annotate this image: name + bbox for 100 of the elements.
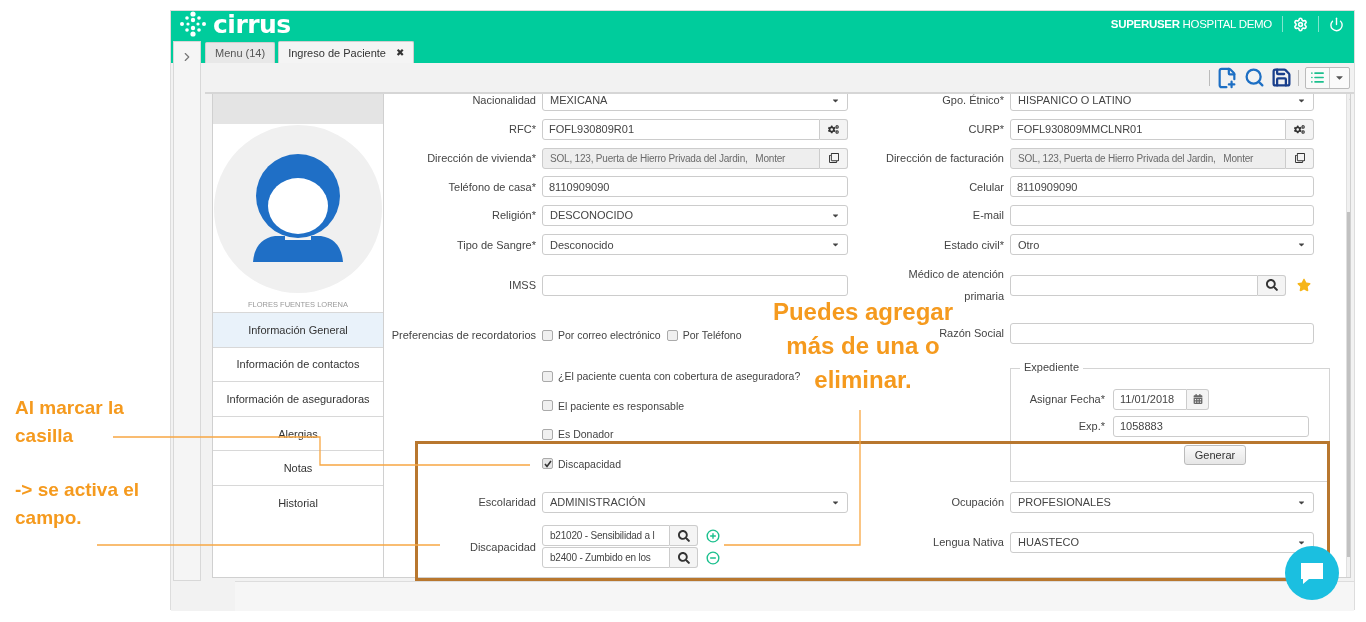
field-label: Dirección de facturación <box>885 151 1004 165</box>
close-icon[interactable]: ✖ <box>396 47 404 58</box>
search-icon <box>677 529 690 542</box>
field-label: E-mail <box>971 208 1004 222</box>
caret-icon <box>1297 240 1306 249</box>
logo-text: cirrus <box>213 11 291 37</box>
search-icon <box>677 551 690 564</box>
add-icon[interactable] <box>706 528 720 543</box>
save-icon <box>1271 67 1292 88</box>
star-icon[interactable] <box>1297 278 1311 292</box>
caret-icon <box>831 240 840 249</box>
gears-icon <box>828 123 839 135</box>
settings-icon <box>1293 16 1308 32</box>
copy-button[interactable] <box>820 147 848 169</box>
select-field[interactable]: HUASTECO <box>1010 531 1314 553</box>
generate-button[interactable] <box>820 118 848 140</box>
section-item[interactable]: Información General <box>213 312 383 347</box>
text-field[interactable]: 8110909090 <box>1010 176 1314 197</box>
checkbox-label: Por Teléfono <box>682 329 742 342</box>
checkbox-label: El paciente es responsable <box>558 399 685 412</box>
address-field: SOL, 123, Puerta de Hierro Privada del Jardin, Monter <box>542 147 820 169</box>
panel-title: Expediente <box>1020 360 1084 373</box>
list-icon <box>1310 70 1325 85</box>
gears-icon <box>1294 123 1305 135</box>
field-label: Religión* <box>490 208 536 222</box>
generate-button[interactable] <box>1286 118 1314 140</box>
search-button[interactable] <box>670 547 698 568</box>
field-label: RFC* <box>508 122 536 136</box>
list-menu-button[interactable] <box>1305 66 1350 89</box>
calendar-button[interactable] <box>1187 388 1209 410</box>
field-label: Nacionalidad <box>471 94 536 107</box>
remove-icon[interactable] <box>706 550 720 565</box>
text-field[interactable]: 1058883 <box>1113 415 1309 437</box>
field-label: Estado civil* <box>943 237 1004 252</box>
search-icon <box>1244 67 1265 88</box>
checkbox[interactable] <box>542 329 553 341</box>
side-strip[interactable] <box>173 41 201 581</box>
file-plus-icon <box>1216 66 1238 89</box>
search-field[interactable] <box>1010 274 1258 296</box>
copy-icon <box>1294 153 1305 163</box>
checkbox[interactable] <box>542 458 553 469</box>
calendar-icon <box>1192 394 1203 404</box>
field-label: Exp.* <box>1077 419 1105 433</box>
address-field: SOL, 123, Puerta de Hierro Privada del Jardin, Monter <box>1010 147 1286 169</box>
field-label: CURP* <box>967 122 1004 136</box>
checkbox-label: Es Donador <box>558 428 614 440</box>
text-field[interactable]: 8110909090 <box>542 176 848 197</box>
annotation-text: Al marcar la casilla <box>15 396 125 448</box>
power-button[interactable] <box>1329 16 1344 32</box>
user-name: SUPERUSER HOSPITAL DEMO <box>1110 18 1272 30</box>
checkbox[interactable] <box>666 329 678 341</box>
new-document-button[interactable] <box>1216 66 1238 89</box>
search-button[interactable] <box>670 525 698 546</box>
field-label: Preferencias de recordatorios <box>390 328 536 344</box>
generate-button[interactable]: Generar <box>1183 444 1247 465</box>
diagnosis-field[interactable]: b21020 - Sensibilidad a l <box>542 525 670 546</box>
select-field[interactable]: Desconocido <box>542 234 848 255</box>
annotation-text: -> se activa el campo. <box>15 478 141 530</box>
field-label: Discapacidad <box>468 539 536 554</box>
select-field[interactable]: ADMINISTRACIÓN <box>542 491 848 513</box>
text-field[interactable]: FOFL930809R01 <box>542 118 820 140</box>
text-field[interactable]: FOFL930809MMCLNR01 <box>1010 118 1286 140</box>
checkbox[interactable] <box>542 370 553 382</box>
save-button[interactable] <box>1271 67 1292 88</box>
field-label: Asignar Fecha* <box>1028 392 1105 406</box>
checkbox[interactable] <box>542 428 553 440</box>
field-label: Ocupación <box>950 495 1004 509</box>
annotation-text: eliminar. <box>814 365 912 395</box>
select-field[interactable]: MEXICANA <box>542 94 848 111</box>
annotation-text: más de una o <box>786 331 940 361</box>
tab[interactable]: Menu (14) <box>205 42 276 63</box>
select-field[interactable]: DESCONOCIDO <box>542 204 848 226</box>
field-label: Lengua Nativa <box>932 535 1004 549</box>
text-field[interactable] <box>1010 322 1314 344</box>
diagnosis-field[interactable]: b2400 - Zumbido en los <box>542 547 670 568</box>
date-field[interactable]: 11/01/2018 <box>1113 388 1187 410</box>
field-label: Razón Social <box>938 326 1004 340</box>
select-field[interactable]: Otro <box>1010 234 1314 255</box>
tab[interactable]: Ingreso de Paciente ✖ <box>278 41 414 63</box>
search-button[interactable] <box>1258 274 1286 296</box>
select-field[interactable]: HISPANICO O LATINO <box>1010 94 1314 111</box>
field-label: IMSS <box>508 278 536 292</box>
field-label: Dirección de vivienda* <box>426 151 536 165</box>
checkbox-label: Discapacidad <box>558 457 622 470</box>
checkbox-label: ¿El paciente cuenta con cobertura de aseguradora? <box>558 370 801 382</box>
settings-button[interactable] <box>1293 16 1308 32</box>
copy-button[interactable] <box>1286 147 1314 169</box>
text-field[interactable] <box>1010 204 1314 226</box>
checkbox[interactable] <box>542 400 553 411</box>
field-label: Teléfono de casa* <box>447 179 536 194</box>
field-label: Tipo de Sangre* <box>455 237 536 252</box>
search-icon <box>1265 279 1278 291</box>
text-field[interactable] <box>542 274 848 296</box>
copy-icon <box>828 153 839 163</box>
logo-icon <box>179 11 207 37</box>
select-field[interactable]: PROFESIONALES <box>1010 491 1314 513</box>
field-label: Gpo. Étnico* <box>941 94 1004 107</box>
power-icon <box>1329 16 1344 32</box>
field-label: Celular <box>968 179 1004 194</box>
checkbox-label: Por correo electrónico <box>558 329 661 342</box>
